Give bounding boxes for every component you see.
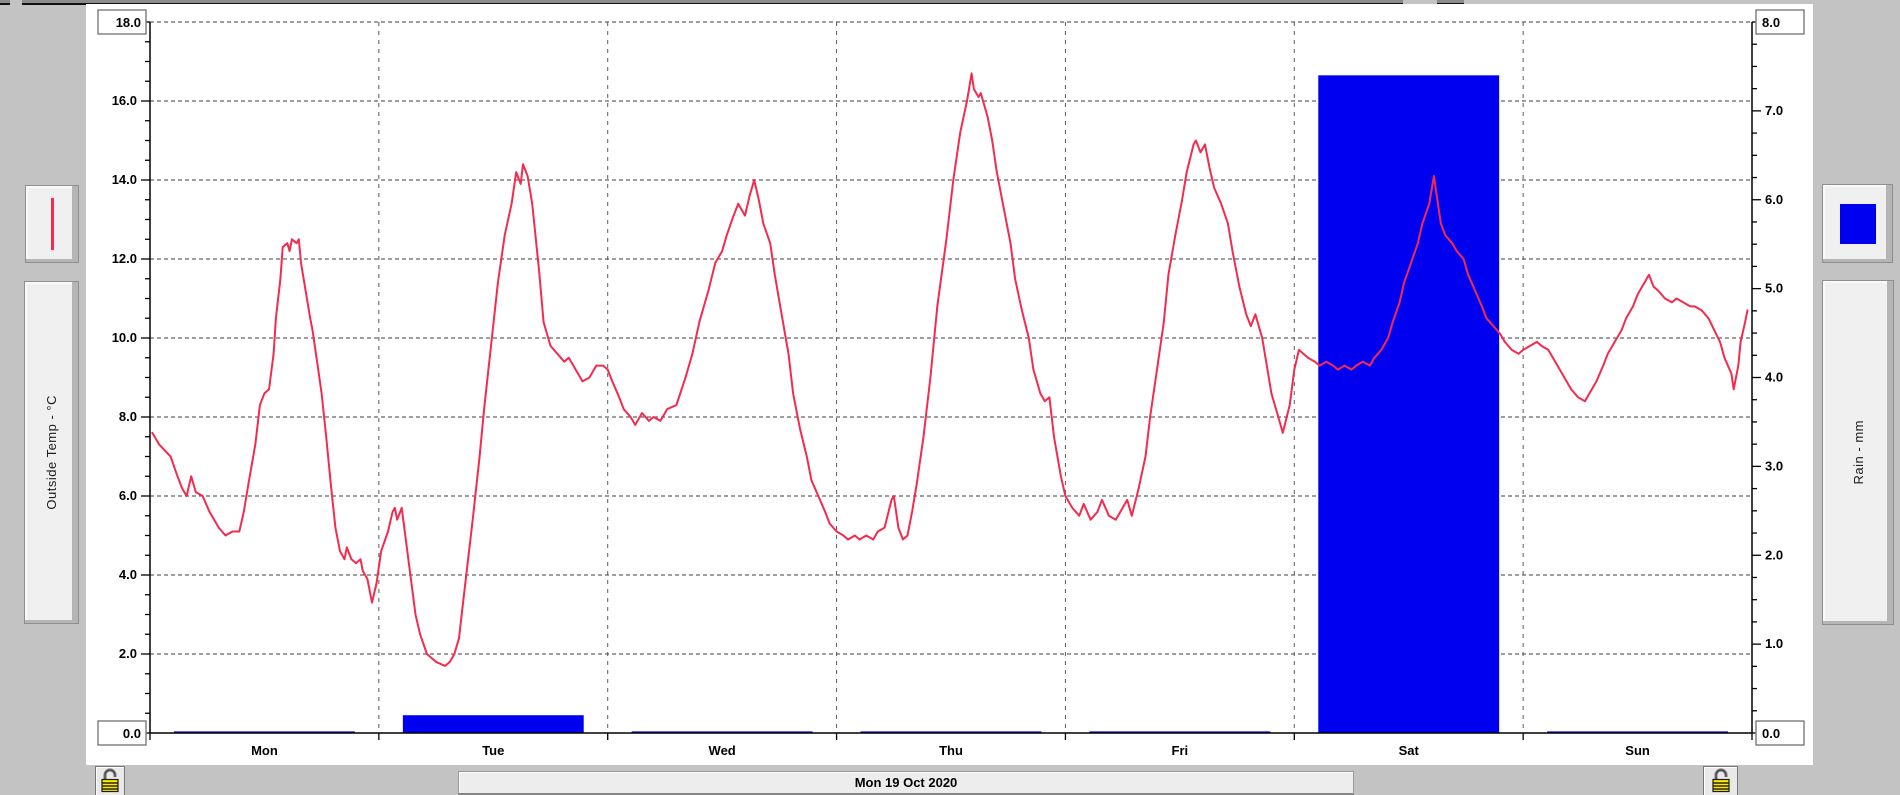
day-label: Tue: [482, 743, 504, 758]
day-label: Wed: [709, 743, 736, 758]
day-label: Fri: [1172, 743, 1189, 758]
axis-tick-label: 5.0: [1765, 281, 1783, 296]
temp-axis-label: Outside Temp - °C: [44, 395, 59, 510]
unlock-icon: [99, 767, 121, 794]
rain-legend-button[interactable]: [1822, 184, 1893, 263]
axis-tick-label: 8.0: [1762, 15, 1780, 30]
temp-axis-label-panel[interactable]: Outside Temp - °C: [24, 281, 79, 624]
axis-tick-label: 14.0: [112, 172, 137, 187]
axis-tick-label: 6.0: [1765, 192, 1783, 207]
axis-tick-label: 7.0: [1765, 103, 1783, 118]
axis-tick-label: 0.0: [123, 726, 141, 741]
temp-line-swatch: [51, 198, 54, 250]
chart-canvas[interactable]: 0.0 2.0 4.0 6.0 8.0 10.0 12.0 14.0 16.0 18.0 0.0 1.…: [86, 4, 1813, 765]
weather-chart[interactable]: 0.0 2.0 4.0 6.0 8.0 10.0 12.0 14.0 16.0 18.0 0.0 1.…: [86, 4, 1813, 765]
axis-tick-label: 4.0: [1765, 370, 1783, 385]
axis-tick-label: 8.0: [119, 409, 137, 424]
rain-axis-label: Rain - mm: [1851, 420, 1866, 484]
temp-line: [152, 73, 1747, 666]
axis-tick-label: 16.0: [112, 93, 137, 108]
right-lock-button[interactable]: [1703, 766, 1738, 795]
day-label: Sun: [1625, 743, 1650, 758]
weather-graph-window: 0.0 2.0 4.0 6.0 8.0 10.0 12.0 14.0 16.0 18.0 0.0 1.…: [0, 0, 1900, 795]
rain-bar: [403, 715, 584, 733]
day-label: Mon: [251, 743, 278, 758]
axis-tick-label: 3.0: [1765, 458, 1783, 473]
temp-legend-button[interactable]: [25, 185, 79, 263]
day-label: Sat: [1399, 743, 1420, 758]
axis-tick-label: 18.0: [116, 15, 141, 30]
date-bar[interactable]: Mon 19 Oct 2020: [458, 771, 1354, 795]
axis-tick-label: 10.0: [112, 330, 137, 345]
left-lock-button[interactable]: [95, 766, 125, 795]
axis-tick-label: 2.0: [1765, 547, 1783, 562]
date-label: Mon 19 Oct 2020: [855, 775, 958, 790]
rain-bar: [1318, 75, 1499, 733]
axis-tick-label: 6.0: [119, 488, 137, 503]
unlock-icon: [1710, 767, 1732, 794]
top-window-edge: [0, 0, 10, 5]
axis-tick-label: 1.0: [1765, 636, 1783, 651]
axis-tick-label: 0.0: [1762, 726, 1780, 741]
rain-bar-swatch: [1840, 204, 1876, 244]
axis-tick-label: 2.0: [119, 646, 137, 661]
axis-tick-label: 4.0: [119, 567, 137, 582]
day-label: Thu: [939, 743, 963, 758]
rain-axis-label-panel[interactable]: Rain - mm: [1822, 280, 1894, 625]
axis-tick-label: 12.0: [112, 251, 137, 266]
